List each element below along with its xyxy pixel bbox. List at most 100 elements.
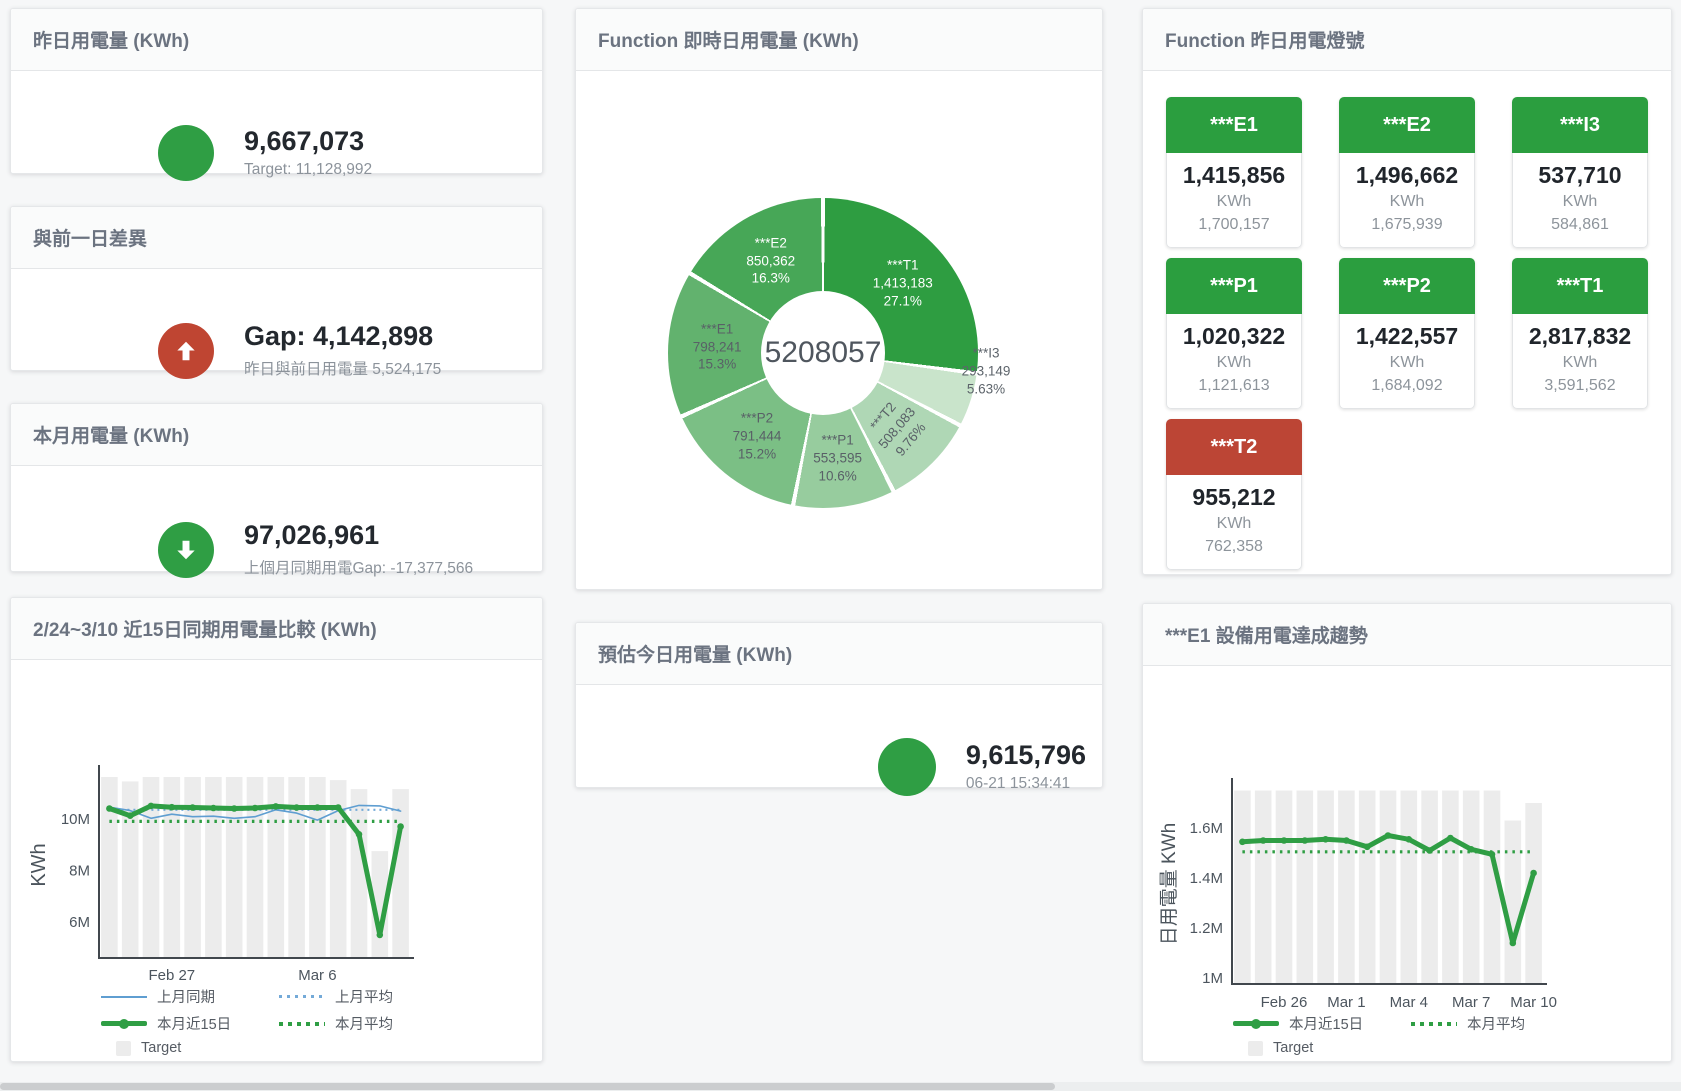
series-point <box>148 803 155 810</box>
donut-slice-label: ***E1798,24115.3% <box>693 320 742 373</box>
tile-header: ***P2 <box>1339 258 1475 314</box>
card-status-lights: Function 昨日用電燈號 ***E11,415,856KWh1,700,1… <box>1142 8 1672 575</box>
legend-item[interactable]: 本月近15日 <box>1233 1013 1411 1034</box>
series-point <box>231 805 238 812</box>
legend-label: Target <box>141 1040 181 1056</box>
legend-row: 上月同期 上月平均 <box>101 986 393 1007</box>
tile-target-value: 3,591,562 <box>1515 374 1645 397</box>
tile-body: 955,212KWh762,358 <box>1166 475 1302 570</box>
kpi-subtext: Target: 11,128,992 <box>244 161 372 179</box>
legend-item[interactable]: 本月近15日 <box>101 1013 279 1034</box>
card-header: 2/24~3/10 近15日同期用電量比較 (KWh) <box>11 598 542 660</box>
tile-target-value: 1,675,939 <box>1342 213 1472 236</box>
thickline-swatch-icon <box>1233 1021 1279 1026</box>
series-point <box>397 823 404 830</box>
tile-target-value: 762,358 <box>1169 535 1299 558</box>
target-bar <box>1338 791 1355 985</box>
series-point <box>1468 846 1475 853</box>
tile-value: 1,496,662 <box>1342 160 1472 190</box>
status-tile: ***P11,020,322KWh1,121,613 <box>1166 258 1302 409</box>
kpi-block: 97,026,961 上個月同期用電Gap: -17,377,566 <box>244 521 473 578</box>
card-e1-trend-chart: ***E1 設備用電達成趨勢 1M1.2M1.4M1.6MFeb 26Mar 1… <box>1142 603 1672 1062</box>
card-estimate-today: 預估今日用電量 (KWh) 9,615,796 06-21 15:34:41 <box>575 622 1103 788</box>
kpi-block: Gap: 4,142,898 昨日與前日用電量 5,524,175 <box>244 322 441 379</box>
horizontal-scrollbar[interactable] <box>0 1082 1681 1091</box>
tile-target-value: 1,684,092 <box>1342 374 1472 397</box>
target-bar <box>205 777 222 958</box>
target-bar <box>1276 791 1293 985</box>
legend-item[interactable]: 上月平均 <box>279 986 393 1007</box>
x-tick-label: Feb 27 <box>148 967 195 984</box>
series-point <box>1510 940 1517 947</box>
tile-value: 1,415,856 <box>1169 160 1299 190</box>
card-title: ***E1 設備用電達成趨勢 <box>1165 621 1368 648</box>
kpi-block: 9,667,073 Target: 11,128,992 <box>244 127 372 180</box>
card-title: 與前一日差異 <box>33 224 147 251</box>
series-point <box>377 932 384 939</box>
tile-unit: KWh <box>1515 351 1645 374</box>
series-point <box>1406 836 1413 843</box>
kpi-block: 9,615,796 06-21 15:34:41 <box>966 741 1086 794</box>
series-point <box>314 804 321 811</box>
y-tick-label: 10M <box>61 811 90 828</box>
tile-target-value: 584,861 <box>1515 213 1645 236</box>
series-point <box>356 831 363 838</box>
card-header: 昨日用電量 (KWh) <box>11 9 542 71</box>
series-point <box>273 803 280 810</box>
scrollbar-thumb[interactable] <box>0 1083 1055 1090</box>
legend-label: 本月平均 <box>335 1013 393 1034</box>
tile-target-value: 1,700,157 <box>1169 213 1299 236</box>
compare-chart-legend: 上月同期 上月平均本月近15日 本月平均 Target <box>101 986 393 1062</box>
series-point <box>1343 837 1350 844</box>
target-bar <box>226 777 243 958</box>
card-body: 1M1.2M1.4M1.6MFeb 26Mar 1Mar 4Mar 7Mar 1… <box>1143 666 1671 1061</box>
y-axis-title: 日用電量 KWh <box>1159 823 1180 945</box>
tile-unit: KWh <box>1169 190 1299 213</box>
card-title: 昨日用電量 (KWh) <box>33 26 189 53</box>
legend-label: 上月同期 <box>157 986 215 1007</box>
legend-item[interactable]: Target <box>101 1040 181 1056</box>
legend-item[interactable]: 上月同期 <box>101 986 279 1007</box>
target-bar <box>1401 791 1418 985</box>
card-header: 與前一日差異 <box>11 207 542 269</box>
status-tile: ***E1 1,415,856KWh1,700,157 <box>1166 97 1302 248</box>
series-point <box>1426 847 1433 854</box>
status-tile: ***P21,422,557KWh1,684,092 <box>1339 258 1475 409</box>
dashline-swatch-icon <box>279 995 325 998</box>
series-point <box>1364 844 1371 851</box>
y-tick-label: 6M <box>69 914 90 931</box>
kpi-timestamp: 06-21 15:34:41 <box>966 775 1086 793</box>
y-tick-label: 1.4M <box>1190 870 1223 887</box>
x-tick-label: Feb 26 <box>1261 994 1308 1011</box>
status-tile: ***E2 1,496,662KWh1,675,939 <box>1339 97 1475 248</box>
card-header: ***E1 設備用電達成趨勢 <box>1143 604 1671 666</box>
card-header: 預估今日用電量 (KWh) <box>576 623 1102 685</box>
arrow-down-circle-icon <box>158 522 214 578</box>
legend-item[interactable]: 本月平均 <box>1411 1013 1525 1034</box>
tile-unit: KWh <box>1342 190 1472 213</box>
kpi-subtext: 昨日與前日用電量 5,524,175 <box>244 357 441 379</box>
donut-slice-label: ***P2791,44415.2% <box>733 409 782 462</box>
donut-chart[interactable]: 5208057***T11,413,18327.1%***I3293,1495.… <box>576 71 1102 589</box>
legend-item[interactable]: 本月平均 <box>279 1013 393 1034</box>
y-tick-label: 1.6M <box>1190 820 1223 837</box>
tile-unit: KWh <box>1169 351 1299 374</box>
tile-value: 955,212 <box>1169 482 1299 512</box>
card-yesterday-usage: 昨日用電量 (KWh) 9,667,073 Target: 11,128,992 <box>10 8 543 174</box>
x-tick-label: Mar 7 <box>1452 994 1490 1011</box>
trend-line-chart[interactable]: 1M1.2M1.4M1.6MFeb 26Mar 1Mar 4Mar 7Mar 1… <box>1143 764 1603 1020</box>
tile-header: ***E2 <box>1339 97 1475 153</box>
x-tick-label: Mar 1 <box>1327 994 1365 1011</box>
compare-line-chart[interactable]: 6M8M10MFeb 27Mar 6KWh <box>11 758 461 990</box>
series-point <box>1260 837 1267 844</box>
legend-item[interactable]: Target <box>1233 1040 1313 1056</box>
card-month-usage: 本月用電量 (KWh) 97,026,961 上個月同期用電Gap: -17,3… <box>10 403 543 572</box>
kpi-value: 9,667,073 <box>244 127 372 157</box>
target-bar <box>392 789 409 958</box>
series-point <box>106 805 113 812</box>
tile-header: ***E1 <box>1166 97 1302 153</box>
status-circle-green-icon <box>158 125 214 181</box>
target-swatch-icon <box>116 1041 131 1056</box>
target-bar <box>1505 821 1522 985</box>
tile-body: 2,817,832KWh3,591,562 <box>1512 314 1648 409</box>
